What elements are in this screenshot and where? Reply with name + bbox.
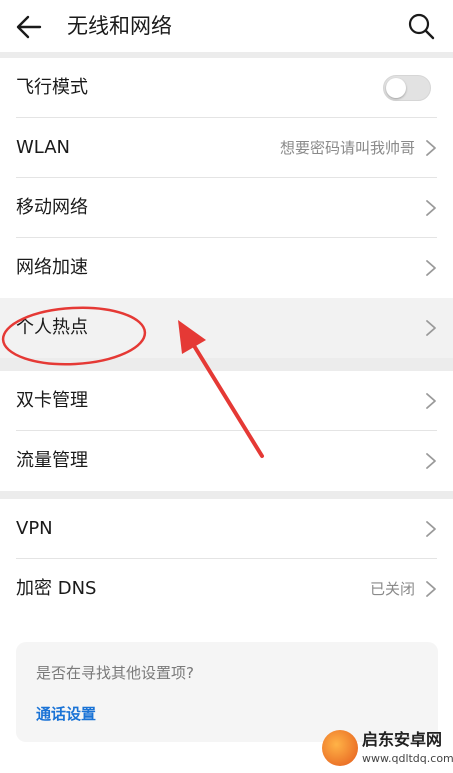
annotation-arrow-icon — [178, 320, 264, 458]
row-label: 加密 DNS — [16, 578, 97, 599]
chevron-right-icon — [426, 140, 436, 156]
row-label: 双卡管理 — [16, 390, 88, 411]
chevron-right-icon — [426, 453, 436, 469]
chevron-right-icon — [426, 200, 436, 216]
row-encrypted-dns[interactable]: 加密 DNS 已关闭 — [0, 559, 453, 619]
highlight-ellipse — [1, 306, 147, 366]
watermark-url: www.qdltdq.com — [362, 752, 453, 765]
site-watermark: 启东安卓网 www.qdltdq.com — [318, 720, 453, 772]
toggle-knob — [386, 78, 406, 98]
row-airplane-mode[interactable]: 飞行模式 — [0, 58, 453, 118]
call-settings-link[interactable]: 通话设置 — [36, 703, 96, 725]
chevron-right-icon — [426, 521, 436, 537]
page-title: 无线和网络 — [67, 14, 172, 38]
row-label: WLAN — [16, 137, 71, 158]
row-label: VPN — [16, 518, 53, 539]
row-label: 移动网络 — [16, 197, 88, 218]
suggestion-question: 是否在寻找其他设置项? — [36, 664, 194, 682]
chevron-right-icon — [426, 320, 436, 336]
row-label: 网络加速 — [16, 257, 88, 278]
back-arrow-icon[interactable] — [14, 12, 44, 42]
chevron-right-icon — [426, 260, 436, 276]
search-icon[interactable] — [406, 11, 436, 41]
chevron-right-icon — [426, 393, 436, 409]
row-label: 流量管理 — [16, 450, 88, 471]
wlan-value: 想要密码请叫我帅哥 — [279, 139, 415, 157]
watermark-logo-icon — [322, 730, 358, 766]
row-label: 飞行模式 — [16, 77, 88, 98]
row-mobile-network[interactable]: 移动网络 — [0, 178, 453, 238]
row-network-acceleration[interactable]: 网络加速 — [0, 238, 453, 298]
row-wlan[interactable]: WLAN 想要密码请叫我帅哥 — [0, 118, 453, 178]
chevron-right-icon — [426, 581, 436, 597]
airplane-mode-toggle[interactable] — [383, 75, 431, 101]
app-header: 无线和网络 — [0, 0, 453, 52]
dns-value: 已关闭 — [369, 580, 415, 598]
watermark-title: 启东安卓网 — [362, 730, 443, 749]
row-vpn[interactable]: VPN — [0, 499, 453, 559]
